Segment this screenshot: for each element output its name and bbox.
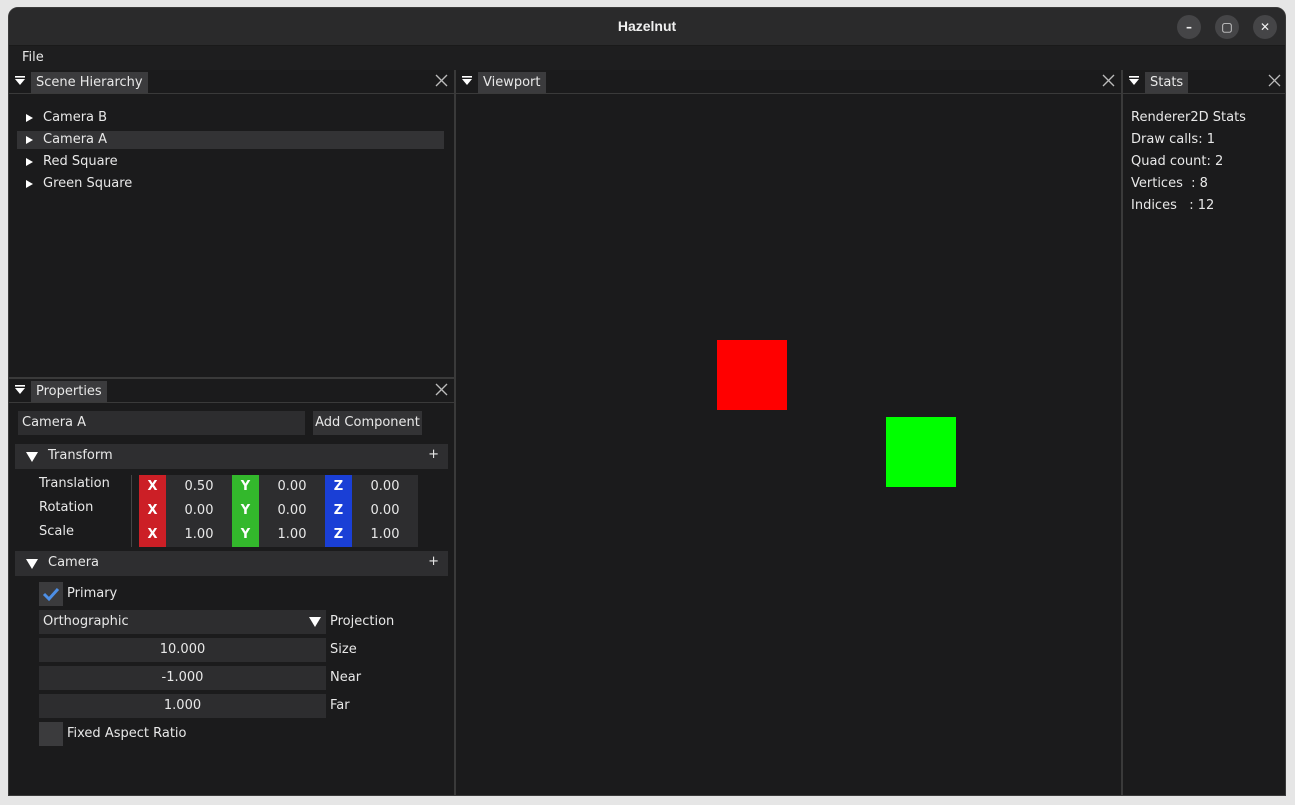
primary-checkbox[interactable] (39, 582, 63, 606)
stats-panel: Stats Renderer2D Stats Draw calls: 1 Qua… (1123, 70, 1285, 795)
collapse-arrow-icon[interactable] (26, 559, 38, 569)
expand-arrow-icon[interactable] (26, 136, 33, 144)
rotation-y-input[interactable]: 0.00 (259, 499, 325, 523)
scale-z-button[interactable]: Z (325, 523, 352, 547)
section-settings-button[interactable]: + (428, 554, 439, 569)
near-input[interactable]: -1.000 (39, 666, 326, 690)
tab-menu-arrow-icon[interactable] (14, 75, 26, 87)
section-settings-button[interactable]: + (428, 447, 439, 462)
stats-vertices: Vertices : 8 (1131, 176, 1208, 191)
title-bar[interactable]: Hazelnut – ▢ ✕ (9, 8, 1285, 46)
add-component-button[interactable]: Add Component (313, 411, 422, 435)
stats-indices: Indices : 12 (1131, 198, 1215, 213)
collapse-arrow-icon[interactable] (26, 452, 38, 462)
primary-label: Primary (67, 586, 118, 601)
translation-x-input[interactable]: 0.50 (166, 475, 232, 499)
scale-x-input[interactable]: 1.00 (166, 523, 232, 547)
close-icon[interactable] (1102, 74, 1115, 87)
stats-draw-calls: Draw calls: 1 (1131, 132, 1215, 147)
rotation-x-button[interactable]: X (139, 499, 166, 523)
scene-hierarchy-tabbar: Scene Hierarchy (9, 70, 454, 94)
checkmark-icon (42, 587, 60, 602)
fixed-aspect-checkbox[interactable] (39, 722, 63, 746)
close-button[interactable]: ✕ (1253, 15, 1277, 39)
tree-item-camera-b[interactable]: Camera B (17, 109, 444, 127)
window-title: Hazelnut (617, 18, 677, 34)
size-input[interactable]: 10.000 (39, 638, 326, 662)
tree-item-camera-a[interactable]: Camera A (17, 131, 444, 149)
tab-stats[interactable]: Stats (1145, 72, 1189, 93)
tree-item-red-square[interactable]: Red Square (17, 153, 444, 171)
column-divider (131, 475, 132, 547)
maximize-button[interactable]: ▢ (1215, 15, 1239, 39)
properties-tabbar: Properties (9, 379, 454, 403)
scale-z-input[interactable]: 1.00 (352, 523, 418, 547)
viewport-panel: Viewport (456, 70, 1121, 795)
translation-z-input[interactable]: 0.00 (352, 475, 418, 499)
tab-menu-arrow-icon[interactable] (461, 75, 473, 87)
tab-scene-hierarchy[interactable]: Scene Hierarchy (31, 72, 148, 93)
menu-file[interactable]: File (22, 50, 44, 65)
scale-y-input[interactable]: 1.00 (259, 523, 325, 547)
scene-hierarchy-panel: Scene Hierarchy Camera B Camera A Red Sq… (9, 70, 454, 377)
rotation-z-button[interactable]: Z (325, 499, 352, 523)
chevron-down-icon[interactable] (309, 617, 321, 627)
tab-menu-arrow-icon[interactable] (14, 384, 26, 396)
far-label: Far (330, 698, 350, 713)
near-label: Near (330, 670, 362, 685)
stats-quad-count: Quad count: 2 (1131, 154, 1224, 169)
scale-label: Scale (39, 524, 74, 539)
transform-section-header[interactable]: Transform + (15, 444, 448, 469)
translation-label: Translation (39, 476, 110, 491)
size-label: Size (330, 642, 357, 657)
scale-y-button[interactable]: Y (232, 523, 259, 547)
rotation-y-button[interactable]: Y (232, 499, 259, 523)
app-window: Hazelnut – ▢ ✕ File Scene Hierarchy Came… (8, 7, 1286, 796)
close-icon[interactable] (435, 74, 448, 87)
section-title: Camera (48, 555, 100, 570)
camera-section-header[interactable]: Camera + (15, 551, 448, 576)
far-input[interactable]: 1.000 (39, 694, 326, 718)
tree-item-label: Red Square (43, 154, 118, 169)
projection-select[interactable]: Orthographic (39, 610, 326, 634)
translation-y-button[interactable]: Y (232, 475, 259, 499)
rotation-x-input[interactable]: 0.00 (166, 499, 232, 523)
red-square (717, 340, 787, 410)
tree-item-label: Green Square (43, 176, 133, 191)
translation-x-button[interactable]: X (139, 475, 166, 499)
tab-properties[interactable]: Properties (31, 381, 107, 402)
minimize-button[interactable]: – (1177, 15, 1201, 39)
close-icon[interactable] (435, 383, 448, 396)
stats-title: Renderer2D Stats (1131, 110, 1246, 125)
section-title: Transform (48, 448, 113, 463)
rotation-label: Rotation (39, 500, 94, 515)
viewport-canvas[interactable] (456, 94, 1121, 795)
fixed-aspect-label: Fixed Aspect Ratio (67, 726, 187, 741)
rotation-z-input[interactable]: 0.00 (352, 499, 418, 523)
tree-item-green-square[interactable]: Green Square (17, 175, 444, 193)
tab-viewport[interactable]: Viewport (478, 72, 546, 93)
translation-z-button[interactable]: Z (325, 475, 352, 499)
expand-arrow-icon[interactable] (26, 158, 33, 166)
expand-arrow-icon[interactable] (26, 180, 33, 188)
tab-menu-arrow-icon[interactable] (1128, 75, 1140, 87)
viewport-tabbar: Viewport (456, 70, 1121, 94)
scale-x-button[interactable]: X (139, 523, 166, 547)
close-icon[interactable] (1268, 74, 1281, 87)
tree-item-label: Camera B (43, 110, 108, 125)
green-square (886, 417, 956, 487)
tree-item-label: Camera A (43, 132, 108, 147)
menu-bar: File (9, 46, 1285, 70)
entity-name-input[interactable]: Camera A (18, 411, 305, 435)
projection-selected-value: Orthographic (43, 614, 129, 629)
expand-arrow-icon[interactable] (26, 114, 33, 122)
projection-label: Projection (330, 614, 395, 629)
stats-tabbar: Stats (1123, 70, 1285, 94)
properties-panel: Properties Camera A Add Component Transf… (9, 379, 454, 795)
translation-y-input[interactable]: 0.00 (259, 475, 325, 499)
